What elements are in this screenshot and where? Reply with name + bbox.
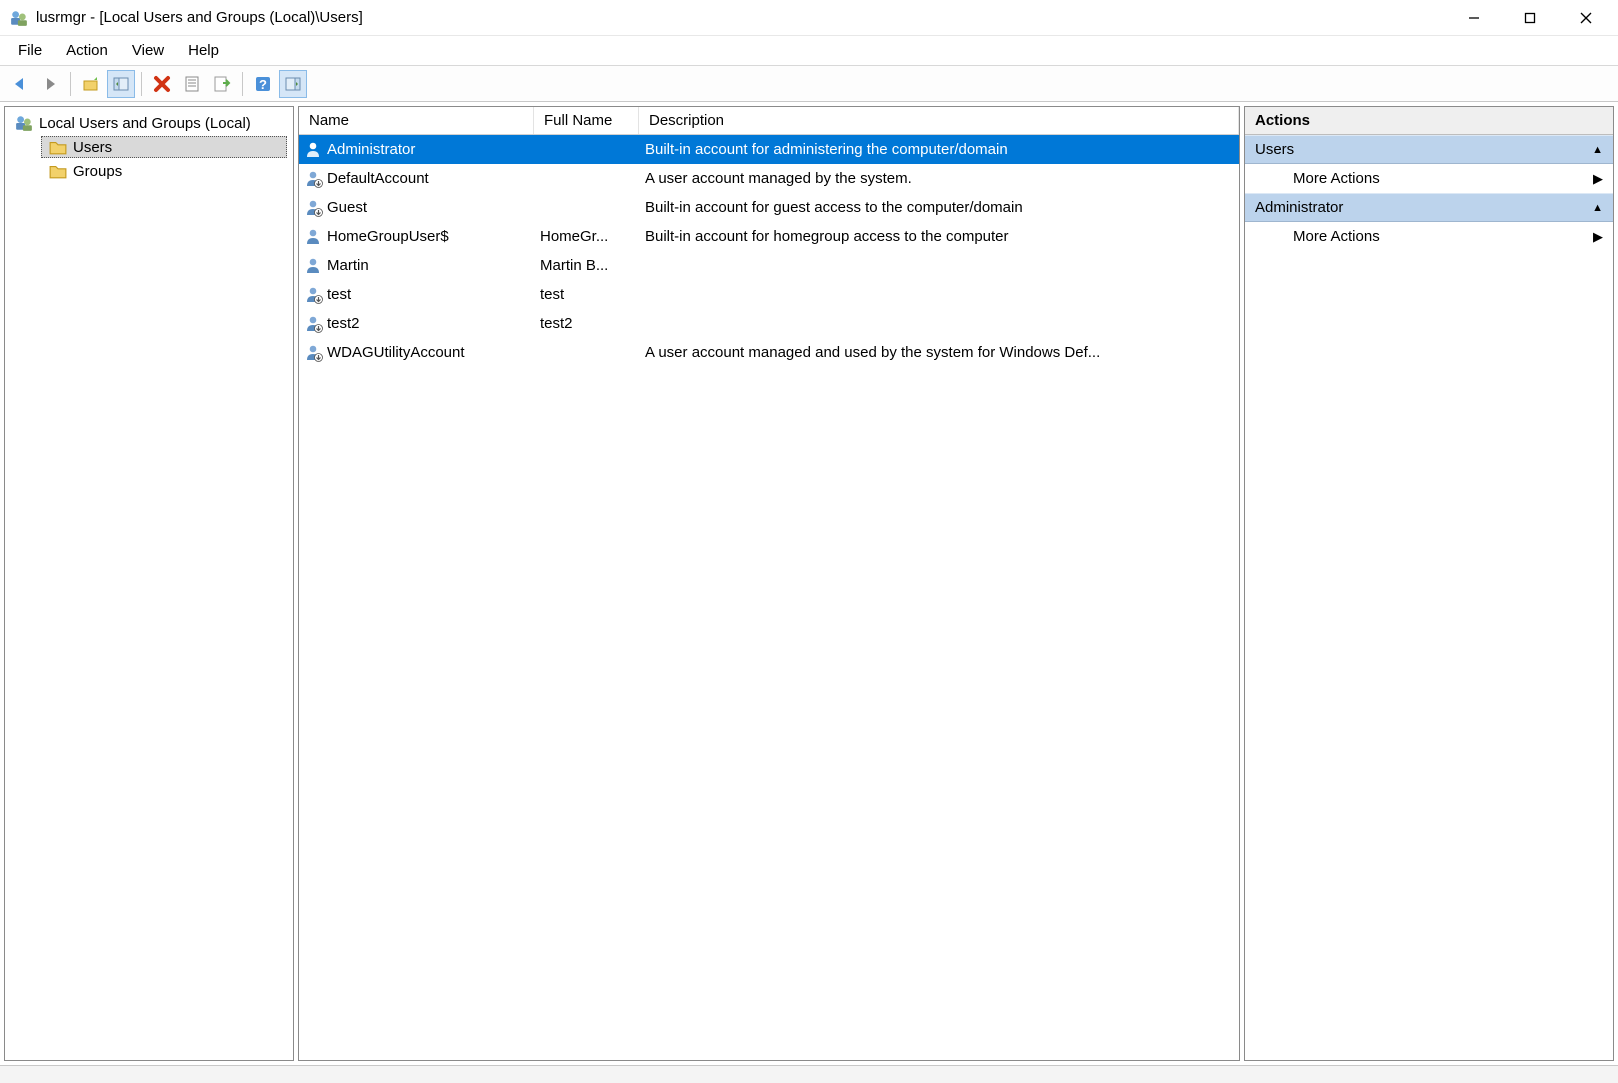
user-disabled-icon <box>305 286 323 304</box>
table-row[interactable]: HomeGroupUser$ HomeGr...Built-in account … <box>299 222 1239 251</box>
table-row[interactable]: DefaultAccount A user account managed by … <box>299 164 1239 193</box>
tree-item-label: Groups <box>73 163 122 180</box>
cell-fullname: HomeGr... <box>534 228 639 245</box>
user-name: DefaultAccount <box>327 170 429 187</box>
collapse-icon: ▲ <box>1592 202 1603 214</box>
cell-description: Built-in account for administering the c… <box>639 141 1239 158</box>
user-name: Martin <box>327 257 369 274</box>
cell-name: Administrator <box>299 141 534 159</box>
user-disabled-icon <box>305 344 323 362</box>
toolbar-separator <box>141 72 142 96</box>
actions-section-users[interactable]: Users ▲ <box>1245 135 1613 164</box>
actions-section-administrator[interactable]: Administrator ▲ <box>1245 193 1613 222</box>
cell-description: Built-in account for homegroup access to… <box>639 228 1239 245</box>
table-row[interactable]: WDAGUtilityAccount A user account managed… <box>299 338 1239 367</box>
cell-fullname: test <box>534 286 639 303</box>
user-disabled-icon <box>305 315 323 333</box>
cell-name: DefaultAccount <box>299 170 534 188</box>
folder-icon <box>49 162 67 180</box>
user-icon <box>305 257 323 275</box>
titlebar: lusrmgr - [Local Users and Groups (Local… <box>0 0 1618 36</box>
cell-name: test <box>299 286 534 304</box>
collapse-icon: ▲ <box>1592 144 1603 156</box>
user-name: Administrator <box>327 141 415 158</box>
show-hide-tree-button[interactable] <box>107 70 135 98</box>
users-groups-icon <box>15 114 33 132</box>
cell-description: Built-in account for guest access to the… <box>639 199 1239 216</box>
minimize-button[interactable] <box>1446 1 1502 35</box>
window-title: lusrmgr - [Local Users and Groups (Local… <box>36 9 1446 26</box>
user-name: test2 <box>327 315 360 332</box>
app-icon <box>10 9 28 27</box>
back-button[interactable] <box>6 70 34 98</box>
submenu-icon: ▶ <box>1593 229 1603 245</box>
actions-link-label: More Actions <box>1293 170 1380 187</box>
up-button[interactable] <box>77 70 105 98</box>
user-disabled-icon <box>305 199 323 217</box>
list-body: Administrator Built-in account for admini… <box>299 135 1239 1060</box>
cell-description: A user account managed and used by the s… <box>639 344 1239 361</box>
svg-text:?: ? <box>259 77 267 92</box>
table-row[interactable]: Guest Built-in account for guest access t… <box>299 193 1239 222</box>
tree-item-groups[interactable]: Groups <box>41 160 287 182</box>
menu-view[interactable]: View <box>122 38 174 63</box>
cell-fullname: Martin B... <box>534 257 639 274</box>
actions-more-users[interactable]: More Actions ▶ <box>1245 164 1613 193</box>
maximize-button[interactable] <box>1502 1 1558 35</box>
table-row[interactable]: test test <box>299 280 1239 309</box>
tree-item-users[interactable]: Users <box>41 136 287 158</box>
user-icon <box>305 141 323 159</box>
delete-button[interactable] <box>148 70 176 98</box>
tree-root[interactable]: Local Users and Groups (Local) <box>11 112 287 134</box>
table-row[interactable]: Administrator Built-in account for admini… <box>299 135 1239 164</box>
toolbar-separator <box>242 72 243 96</box>
actions-section-label: Administrator <box>1255 199 1343 216</box>
cell-description: A user account managed by the system. <box>639 170 1239 187</box>
user-name: Guest <box>327 199 367 216</box>
user-name: HomeGroupUser$ <box>327 228 449 245</box>
actions-link-label: More Actions <box>1293 228 1380 245</box>
actions-header: Actions <box>1245 107 1613 135</box>
cell-fullname: test2 <box>534 315 639 332</box>
table-row[interactable]: test2 test2 <box>299 309 1239 338</box>
window-controls <box>1446 1 1614 35</box>
forward-button[interactable] <box>36 70 64 98</box>
user-icon <box>305 228 323 246</box>
menubar: File Action View Help <box>0 36 1618 66</box>
user-name: test <box>327 286 351 303</box>
show-hide-action-pane-button[interactable] <box>279 70 307 98</box>
tree-pane: Local Users and Groups (Local) Users Gro… <box>4 106 294 1061</box>
list-header: Name Full Name Description <box>299 107 1239 135</box>
cell-name: Martin <box>299 257 534 275</box>
table-row[interactable]: Martin Martin B... <box>299 251 1239 280</box>
close-button[interactable] <box>1558 1 1614 35</box>
actions-more-administrator[interactable]: More Actions ▶ <box>1245 222 1613 251</box>
cell-name: Guest <box>299 199 534 217</box>
column-header-name[interactable]: Name <box>299 107 534 134</box>
workspace: Local Users and Groups (Local) Users Gro… <box>0 102 1618 1065</box>
column-header-description[interactable]: Description <box>639 107 1239 134</box>
menu-file[interactable]: File <box>8 38 52 63</box>
toolbar: ? <box>0 66 1618 102</box>
user-disabled-icon <box>305 170 323 188</box>
cell-name: test2 <box>299 315 534 333</box>
cell-name: HomeGroupUser$ <box>299 228 534 246</box>
actions-pane: Actions Users ▲ More Actions ▶ Administr… <box>1244 106 1614 1061</box>
properties-button[interactable] <box>178 70 206 98</box>
toolbar-separator <box>70 72 71 96</box>
tree-item-label: Users <box>73 139 112 156</box>
export-button[interactable] <box>208 70 236 98</box>
actions-section-label: Users <box>1255 141 1294 158</box>
user-name: WDAGUtilityAccount <box>327 344 465 361</box>
folder-icon <box>49 138 67 156</box>
menu-action[interactable]: Action <box>56 38 118 63</box>
status-bar <box>0 1065 1618 1083</box>
tree-root-label: Local Users and Groups (Local) <box>39 115 251 132</box>
list-pane: Name Full Name Description Administrator… <box>298 106 1240 1061</box>
submenu-icon: ▶ <box>1593 171 1603 187</box>
column-header-fullname[interactable]: Full Name <box>534 107 639 134</box>
menu-help[interactable]: Help <box>178 38 229 63</box>
cell-name: WDAGUtilityAccount <box>299 344 534 362</box>
help-button[interactable]: ? <box>249 70 277 98</box>
